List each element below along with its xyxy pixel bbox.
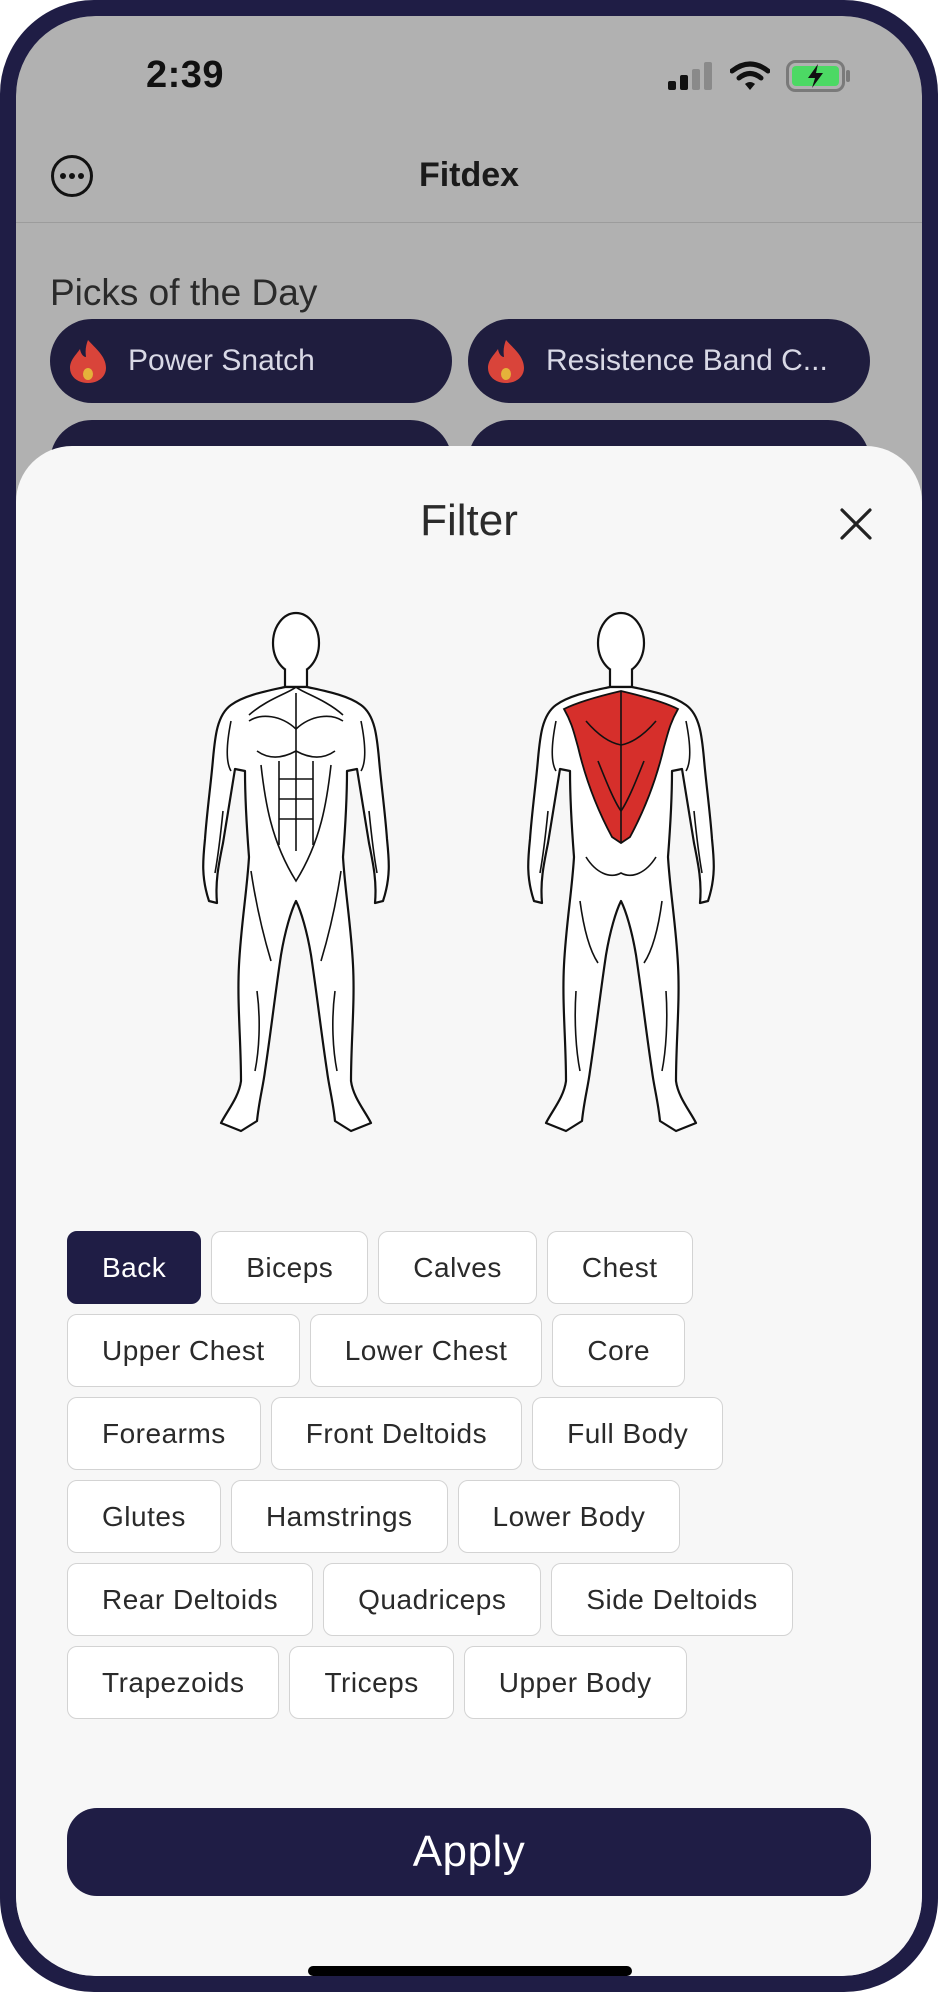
chip-chest[interactable]: Chest [546,1231,693,1304]
status-icons [668,60,852,92]
chip-upper-chest[interactable]: Upper Chest [67,1314,300,1387]
chip-lower-body[interactable]: Lower Body [457,1480,681,1553]
pick-label: Power Snatch [128,344,315,377]
chip-back[interactable]: Back [67,1231,202,1304]
chip-row: Back Biceps Calves Chest [67,1231,867,1304]
chip-forearms[interactable]: Forearms [67,1397,261,1470]
picks-section-title: Picks of the Day [50,272,318,313]
muscle-chip-group: Back Biceps Calves Chest Upper Chest Low… [67,1231,867,1729]
flame-icon [488,340,524,383]
chip-full-body[interactable]: Full Body [532,1397,724,1470]
battery-charging-icon [786,60,850,92]
body-front-icon[interactable] [201,611,391,1141]
status-time: 2:39 [146,54,225,96]
chip-calves[interactable]: Calves [378,1231,537,1304]
body-back-icon[interactable] [526,611,716,1141]
screen: 2:39 Fitdex Picks of the Day Power Snatc… [16,16,922,1976]
chip-trapezoids[interactable]: Trapezoids [67,1646,280,1719]
pick-label: Resistence Band C... [546,344,828,377]
app-title: Fitdex [418,156,520,194]
chip-core[interactable]: Core [552,1314,686,1387]
chip-row: Forearms Front Deltoids Full Body [67,1397,867,1470]
chip-front-deltoids[interactable]: Front Deltoids [270,1397,523,1470]
chip-glutes[interactable]: Glutes [67,1480,221,1553]
flame-icon [70,340,106,383]
chip-triceps[interactable]: Triceps [289,1646,454,1719]
chip-quadriceps[interactable]: Quadriceps [323,1563,542,1636]
cellular-signal-icon [668,62,712,90]
device-frame: 2:39 Fitdex Picks of the Day Power Snatc… [0,0,938,1992]
close-icon[interactable] [838,506,874,542]
home-indicator[interactable] [308,1966,632,1976]
apply-button[interactable]: Apply [67,1808,871,1896]
chip-row: Upper Chest Lower Chest Core [67,1314,867,1387]
chip-row: Glutes Hamstrings Lower Body [67,1480,867,1553]
chip-row: Trapezoids Triceps Upper Body [67,1646,867,1719]
wifi-icon [730,61,770,90]
chip-row: Rear Deltoids Quadriceps Side Deltoids [67,1563,867,1636]
chip-side-deltoids[interactable]: Side Deltoids [551,1563,793,1636]
chip-rear-deltoids[interactable]: Rear Deltoids [67,1563,314,1636]
pick-item[interactable]: Resistence Band C... [468,319,870,403]
chip-biceps[interactable]: Biceps [211,1231,369,1304]
pick-item[interactable]: Power Snatch [50,319,452,403]
chip-hamstrings[interactable]: Hamstrings [230,1480,448,1553]
filter-title: Filter [420,496,518,545]
nav-divider [16,222,922,223]
chip-upper-body[interactable]: Upper Body [463,1646,687,1719]
filter-sheet: Filter Back Biceps Calves Chest Upper Ch… [16,446,922,1976]
chip-lower-chest[interactable]: Lower Chest [309,1314,543,1387]
